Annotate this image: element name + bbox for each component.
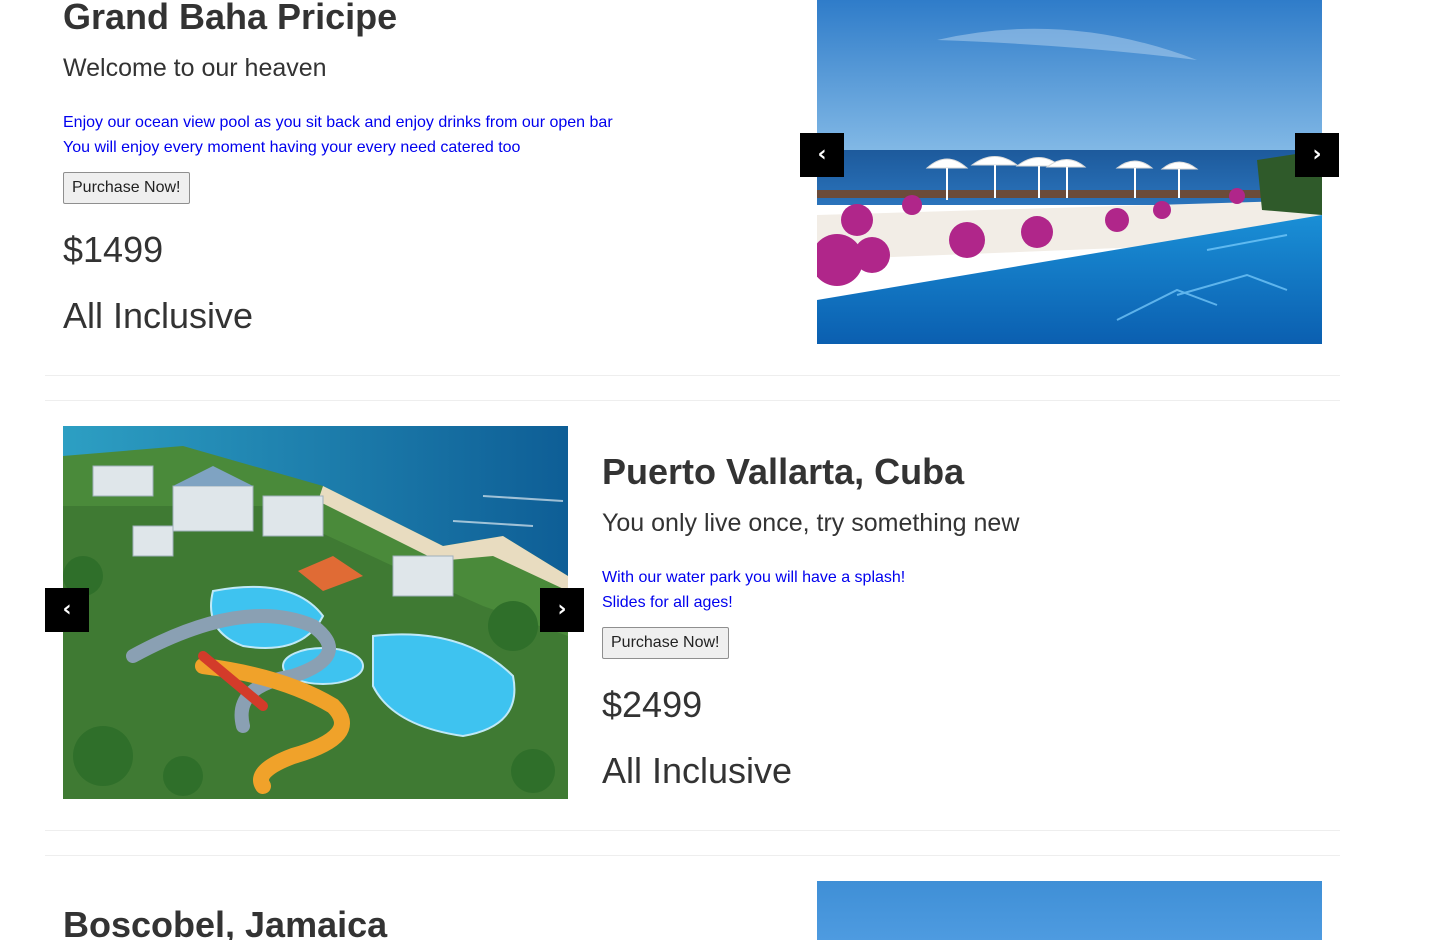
chevron-right-icon: › [1312,142,1322,167]
listing-tagline: Welcome to our heaven [63,54,327,82]
carousel-prev-button[interactable]: ‹ [800,133,844,177]
resort-water-park-aerial-photo [63,426,568,799]
listing-price: $1499 [63,229,164,270]
description-line: You will enjoy every moment having your … [63,139,521,156]
carousel-next-button[interactable]: › [1295,133,1339,177]
listing-price: $2499 [602,684,703,725]
infinity-pool-ocean-view-photo [817,0,1322,344]
divider [45,400,1340,401]
description-line: Enjoy our ocean view pool as you sit bac… [63,114,613,131]
listing-package: All Inclusive [602,750,793,791]
listing-tagline: You only live once, try something new [602,509,1020,537]
chevron-left-icon: ‹ [62,597,72,622]
chevron-left-icon: ‹ [817,142,827,167]
divider [45,855,1340,856]
listing-package: All Inclusive [63,295,254,336]
listing-title: Boscobel, Jamaica [63,904,388,940]
divider [45,375,1340,376]
sky-photo [817,881,1322,940]
purchase-now-button[interactable]: Purchase Now! [63,172,190,204]
carousel-prev-button[interactable]: ‹ [45,588,89,632]
description-line: With our water park you will have a spla… [602,569,906,586]
chevron-right-icon: › [557,597,567,622]
listing-description: With our water park you will have a spla… [602,565,905,615]
page: Grand Baha Pricipe Welcome to our heaven… [0,0,1430,940]
listing-title: Grand Baha Pricipe [63,0,398,37]
description-line: Slides for all ages! [602,594,733,611]
carousel-next-button[interactable]: › [540,588,584,632]
listing-description: Enjoy our ocean view pool as you sit bac… [63,110,613,160]
listing-title: Puerto Vallarta, Cuba [602,451,965,492]
divider [45,830,1340,831]
purchase-now-button[interactable]: Purchase Now! [602,627,729,659]
